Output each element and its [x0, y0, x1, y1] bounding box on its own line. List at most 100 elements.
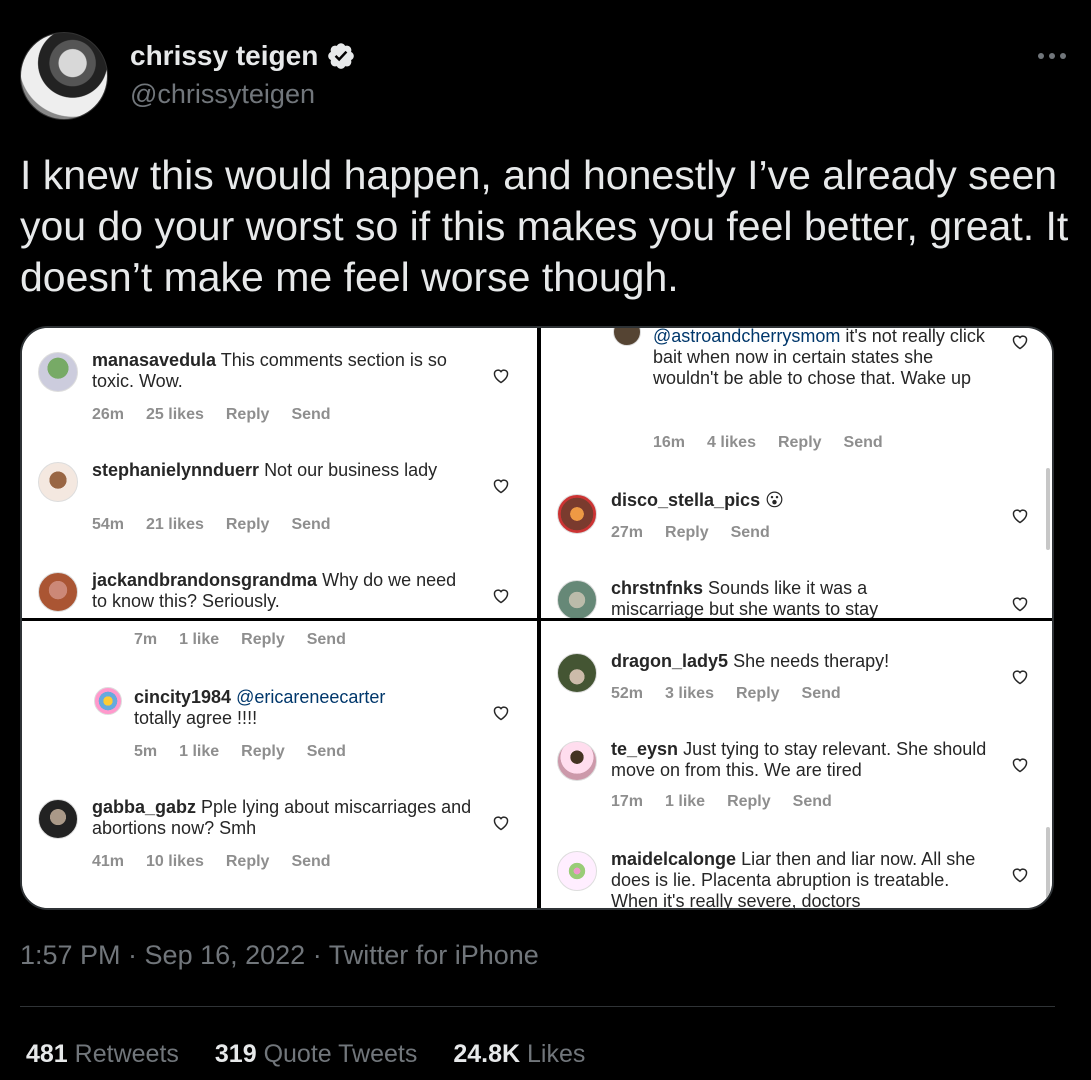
author-avatar[interactable]	[20, 32, 108, 120]
comment-reply: Reply	[241, 631, 285, 648]
comment-text: te_eysn Just tying to stay relevant. She…	[611, 739, 991, 781]
commenter-avatar	[557, 741, 597, 781]
comment-time: 52m	[611, 685, 644, 702]
comment-send: Send	[291, 406, 331, 423]
comment-item: gabba_gabz Pple lying about miscarriages…	[22, 797, 537, 887]
comment-time: 27m	[611, 524, 644, 541]
quote-tweets-count: 319	[214, 1040, 257, 1068]
more-options-icon[interactable]	[1034, 46, 1070, 66]
comment-time: 41m	[92, 853, 125, 870]
heart-icon	[1012, 868, 1028, 883]
comment-text: dragon_lady5 She needs therapy!	[611, 651, 991, 672]
comment-send: Send	[291, 853, 331, 870]
comment-send: Send	[843, 434, 883, 451]
comment-text: chrstnfnks Sounds like it was a miscarri…	[611, 578, 931, 618]
comment-send: Send	[306, 743, 346, 760]
commenter-avatar	[38, 799, 78, 839]
commenter-avatar	[38, 352, 78, 392]
tweet-text: I knew this would happen, and honestly I…	[20, 152, 1069, 300]
comment-body: 😮	[765, 490, 784, 510]
likes-stat[interactable]: 24.8K Likes	[453, 1040, 585, 1069]
comment-username: dragon_lady5	[611, 651, 729, 671]
comment-send: Send	[291, 516, 331, 533]
comment-item: manasavedula This comments section is so…	[22, 350, 537, 440]
tweet-header: chrissy teigen @chrissyteigen	[20, 32, 1070, 122]
comment-likes: 3 likes	[665, 685, 714, 702]
comment-meta: 54m 21 likes Reply Send	[92, 514, 353, 535]
comment-mention: @astroandcherrysmom	[653, 328, 841, 346]
retweets-count: 481	[26, 1040, 68, 1068]
comment-time: 54m	[92, 516, 125, 533]
comment-likes: 21 likes	[146, 516, 204, 533]
commenter-avatar	[557, 580, 597, 618]
quote-tweets-label: Quote Tweets	[263, 1040, 418, 1068]
comment-likes: 10 likes	[146, 853, 204, 870]
comment-username: stephanielynnduerr	[92, 460, 260, 480]
comment-text: disco_stella_pics 😮	[611, 490, 991, 511]
comment-likes: 1 like	[179, 743, 220, 760]
comment-username: jackandbrandonsgrandma	[92, 570, 318, 590]
verified-badge-icon	[328, 43, 355, 69]
comment-meta: 41m 10 likes Reply Send	[92, 851, 353, 872]
heart-icon	[493, 706, 509, 721]
scrollbar[interactable]	[1046, 468, 1050, 550]
comment-text: stephanielynnduerr Not our business lady	[92, 460, 472, 481]
media-panel-bottom-left: 7m 1 like Reply Send cincity1984 @ericar…	[22, 621, 537, 908]
heart-icon	[1012, 758, 1028, 773]
comment-reply: Reply	[735, 685, 780, 702]
comment-likes: 25 likes	[146, 406, 204, 423]
divider	[20, 1006, 1055, 1007]
likes-label: Likes	[527, 1040, 586, 1068]
comment-item: stephanielynnduerr Not our business lady…	[22, 460, 537, 550]
comment-meta: 17m 1 like Reply Send	[611, 791, 854, 812]
comment-likes: 1 like	[179, 631, 220, 648]
comment-item: jackandbrandonsgrandma Why do we need to…	[22, 570, 537, 618]
comment-time: 5m	[134, 743, 158, 760]
comment-text: cincity1984 @ericareneecarter totally agr…	[134, 687, 514, 729]
tweet-stats: 481 Retweets 319 Quote Tweets 24.8K Like…	[26, 1040, 585, 1069]
comment-username: manasavedula	[92, 350, 217, 370]
heart-icon	[1012, 335, 1028, 350]
comment-body: Not our business lady	[264, 460, 438, 480]
tweet-timestamp[interactable]: 1:57 PM · Sep 16, 2022 · Twitter for iPh…	[20, 940, 539, 971]
comment-time: 26m	[92, 406, 125, 423]
comment-meta: 7m 1 like Reply Send	[134, 631, 368, 649]
comment-text: gabba_gabz Pple lying about miscarriages…	[92, 797, 472, 839]
comment-reply: Reply	[241, 743, 285, 760]
comment-meta: 16m 4 likes Reply Send	[653, 432, 905, 453]
media-panel-top-right: yellowindows @astroandcherrysmom it's no…	[541, 328, 1052, 618]
comment-item: disco_stella_pics 😮 27m Reply Send	[541, 490, 1052, 550]
author-display-name[interactable]: chrissy teigen	[130, 40, 318, 72]
heart-icon	[493, 816, 509, 831]
heart-icon	[1012, 670, 1028, 685]
comment-time: 16m	[653, 434, 686, 451]
comment-send: Send	[801, 685, 841, 702]
retweets-stat[interactable]: 481 Retweets	[26, 1040, 179, 1069]
commenter-avatar	[38, 572, 78, 612]
comment-item: dragon_lady5 She needs therapy! 52m 3 li…	[541, 651, 1052, 721]
comment-reply: Reply	[225, 516, 270, 533]
comment-username: disco_stella_pics	[611, 490, 761, 510]
comment-username: cincity1984	[134, 687, 232, 707]
heart-icon	[493, 479, 509, 494]
comment-reply: Reply	[777, 434, 822, 451]
retweets-label: Retweets	[74, 1040, 179, 1068]
likes-count: 24.8K	[453, 1040, 521, 1068]
heart-icon	[493, 369, 509, 384]
scrollbar[interactable]	[1046, 827, 1050, 908]
author-handle[interactable]: @chrissyteigen	[130, 79, 315, 110]
comment-reply: Reply	[225, 853, 270, 870]
comment-likes: 4 likes	[707, 434, 756, 451]
comment-text: manasavedula This comments section is so…	[92, 350, 472, 392]
comment-time: 17m	[611, 793, 644, 810]
comment-body: She needs therapy!	[733, 651, 890, 671]
comment-reply: Reply	[225, 406, 270, 423]
comment-item: cincity1984 @ericareneecarter totally agr…	[22, 687, 537, 777]
tweet-media-image[interactable]: manasavedula This comments section is so…	[20, 326, 1054, 910]
comment-reply: Reply	[665, 524, 709, 541]
comment-text: jackandbrandonsgrandma Why do we need to…	[92, 570, 472, 612]
commenter-avatar	[557, 653, 597, 693]
quote-tweets-stat[interactable]: 319 Quote Tweets	[215, 1040, 417, 1069]
heart-icon	[493, 589, 509, 604]
comment-username: te_eysn	[611, 739, 679, 759]
